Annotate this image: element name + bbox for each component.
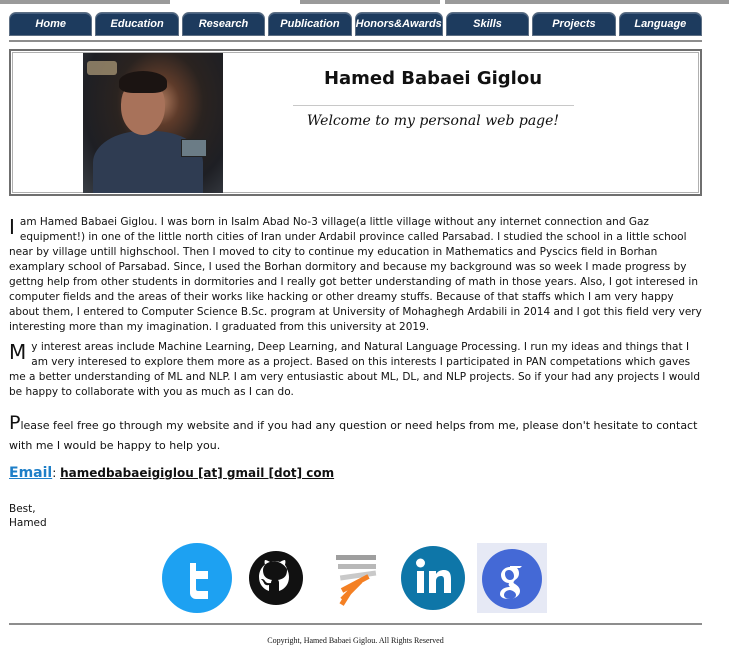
drop-cap: P [9,412,21,434]
nav-projects[interactable]: Projects [532,12,616,36]
google-scholar-icon[interactable] [477,543,547,613]
main-nav: Home Education Research Publication Hono… [9,12,703,36]
bio-paragraph-2: My interest areas include Machine Learni… [9,340,703,400]
linkedin-icon[interactable] [398,543,468,613]
nav-language[interactable]: Language [618,12,703,36]
browser-top-strip [0,0,729,5]
profile-photo [83,53,223,193]
bio-text-3: lease feel free go through my website an… [9,419,698,452]
signoff: Best, Hamed [9,502,47,530]
signoff-greeting: Best, [9,503,36,515]
footer-divider [9,623,702,625]
drop-cap: M [9,340,27,364]
nav-honors-awards[interactable]: Honors&Awards [354,12,443,36]
profile-header: Hamed Babaei Giglou Welcome to my person… [9,49,702,196]
signoff-name: Hamed [9,517,47,529]
drop-cap: I [9,215,15,239]
page-title: Hamed Babaei Giglou [323,68,543,89]
welcome-subtitle: Welcome to my personal web page! [306,113,560,129]
nav-research[interactable]: Research [181,12,266,36]
social-links [0,543,729,615]
stackoverflow-icon[interactable] [322,543,392,613]
bio-text-1: am Hamed Babaei Giglou. I was born in Is… [9,216,702,333]
bio-paragraph-1: Iam Hamed Babaei Giglou. I was born in I… [9,215,703,335]
nav-home[interactable]: Home [9,12,93,36]
email-separator: : [52,466,57,480]
twitter-icon[interactable] [162,543,232,613]
email-address-link[interactable]: hamedbabaeigiglou [at] gmail [dot] com [60,466,334,480]
email-row: Email: hamedbabaeigiglou [at] gmail [dot… [9,465,334,481]
footer-copyright: Copyright, Hamed Babaei Giglou. All Righ… [267,636,444,645]
title-divider [293,105,574,106]
bio-paragraph-3: Please feel free go through my website a… [9,413,703,456]
github-icon[interactable] [241,543,311,613]
nav-divider [9,40,702,42]
nav-skills[interactable]: Skills [445,12,530,36]
nav-publication[interactable]: Publication [268,12,352,36]
bio-text-2: y interest areas include Machine Learnin… [9,341,700,398]
email-label-link[interactable]: Email [9,465,52,481]
nav-education[interactable]: Education [95,12,179,36]
